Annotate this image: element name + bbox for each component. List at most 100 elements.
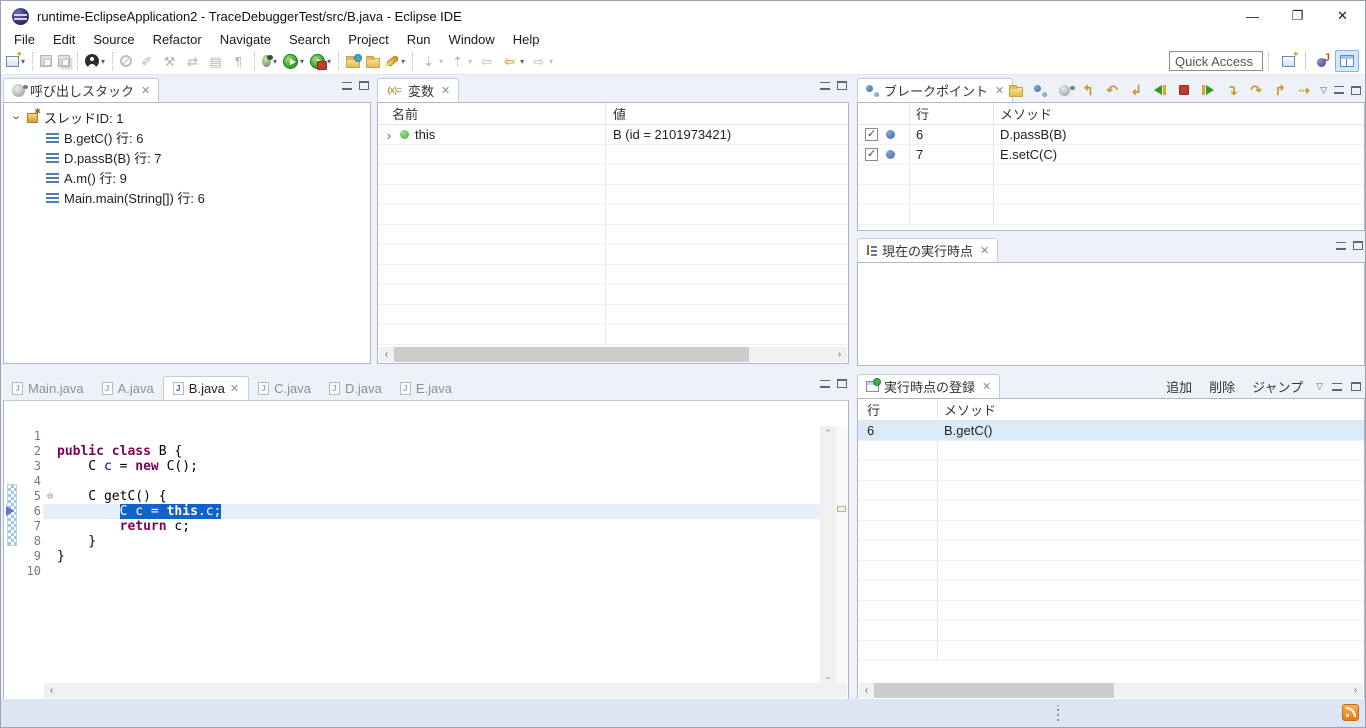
clean-button[interactable]: ✐	[135, 50, 158, 72]
menu-source[interactable]: Source	[84, 31, 143, 48]
scroll-thumb[interactable]	[874, 683, 1114, 698]
close-icon[interactable]: ✕	[230, 382, 239, 395]
column-header-value[interactable]: 値	[606, 103, 848, 124]
checkbox[interactable]	[865, 148, 878, 161]
close-icon[interactable]: ✕	[441, 84, 450, 97]
registration-hscrollbar[interactable]: ‹ ›	[859, 683, 1363, 698]
scroll-left-icon[interactable]: ‹	[379, 349, 394, 360]
search-button[interactable]: ▾	[383, 50, 408, 72]
delete-button[interactable]: 削除	[1205, 377, 1239, 396]
resume-button[interactable]	[1199, 81, 1217, 99]
variable-row[interactable]: ›thisB (id = 2101973421)	[378, 125, 848, 145]
maximize-icon[interactable]	[837, 81, 847, 90]
next-annotation-button[interactable]: ⇣▾	[417, 50, 446, 72]
fold-marker[interactable]: ⊖	[43, 489, 57, 504]
step-into-button[interactable]: ↴	[1223, 81, 1241, 99]
code-line[interactable]: 3 C c = new C();	[19, 459, 820, 474]
editor-tab-a.java[interactable]: JA.java	[93, 376, 163, 400]
code-line[interactable]: 1	[19, 429, 820, 444]
view-menu-icon[interactable]: ▽	[1316, 381, 1323, 392]
menu-window[interactable]: Window	[440, 31, 504, 48]
editor-vscrollbar[interactable]: ⌃ ⌄	[820, 426, 836, 683]
step-over-button[interactable]: ↷	[1247, 81, 1265, 99]
step-return-button[interactable]: ↱	[1271, 81, 1289, 99]
open-task-button[interactable]: ▤	[204, 50, 227, 72]
scroll-down-icon[interactable]: ⌄	[820, 669, 836, 683]
run-to-line-button[interactable]: ⇢	[1295, 81, 1313, 99]
scroll-thumb[interactable]	[394, 347, 749, 362]
code-line[interactable]: 9}	[19, 549, 820, 564]
registration-tab[interactable]: 実行時点の登録 ✕	[857, 374, 1000, 398]
menu-navigate[interactable]: Navigate	[211, 31, 280, 48]
menu-run[interactable]: Run	[398, 31, 440, 48]
column-header-method[interactable]: メソッド	[938, 399, 1364, 420]
minimize-icon[interactable]	[342, 82, 352, 90]
breakpoint-row[interactable]: 6D.passB(B)	[858, 125, 1364, 145]
breakpoint-ruler[interactable]	[5, 426, 19, 683]
minimize-icon[interactable]	[820, 380, 830, 388]
terminate-button[interactable]	[1175, 81, 1193, 99]
code-area[interactable]: 12public class B {3 C c = new C();45⊖ C …	[5, 426, 820, 683]
debug-button[interactable]: ▾	[259, 50, 280, 72]
dropdown-arrow-icon[interactable]: ▾	[549, 57, 553, 66]
stack-frame-row[interactable]: D.passB(B) 行: 7	[4, 147, 370, 167]
menu-file[interactable]: File	[5, 31, 44, 48]
code-line[interactable]: 2public class B {	[19, 444, 820, 459]
dropdown-arrow-icon[interactable]: ▾	[468, 57, 472, 66]
drag-handle-icon[interactable]	[1057, 705, 1059, 721]
registration-row[interactable]: 6B.getC()	[858, 421, 1364, 441]
previous-annotation-button[interactable]: ⇡▾	[446, 50, 475, 72]
stack-frame-row[interactable]: Main.main(String[]) 行: 6	[4, 187, 370, 207]
build-button[interactable]: ⚒	[158, 50, 181, 72]
quick-access-input[interactable]	[1169, 51, 1263, 71]
editor-tab-e.java[interactable]: JE.java	[391, 376, 461, 400]
maximize-icon[interactable]	[837, 379, 847, 388]
open-perspective-button[interactable]	[1276, 50, 1300, 72]
column-header-name[interactable]: 名前	[378, 103, 606, 124]
thread-row[interactable]: ›スレッドID: 1	[4, 107, 370, 127]
save-button[interactable]	[37, 50, 55, 72]
scroll-right-icon[interactable]: ›	[832, 349, 847, 360]
column-header-line[interactable]: 行	[910, 103, 994, 124]
code-line[interactable]: 10	[19, 564, 820, 579]
debug-bug-button[interactable]	[1055, 81, 1073, 99]
open-trace-button[interactable]	[1007, 81, 1025, 99]
expand-icon[interactable]: ›	[10, 112, 25, 122]
close-button[interactable]: ✕	[1320, 1, 1365, 31]
open-resource-button[interactable]	[343, 50, 363, 72]
link-with-editor-button[interactable]: ⇄	[181, 50, 204, 72]
show-whitespace-button[interactable]: ¶	[227, 50, 250, 72]
scroll-right-icon[interactable]: ›	[1348, 685, 1363, 696]
code-line[interactable]: 4	[19, 474, 820, 489]
close-icon[interactable]: ✕	[980, 244, 989, 257]
forward-button[interactable]: ⇨▾	[527, 50, 556, 72]
menu-search[interactable]: Search	[280, 31, 339, 48]
minimize-icon[interactable]	[820, 82, 830, 90]
minimize-icon[interactable]	[1336, 242, 1346, 250]
editor-tab-d.java[interactable]: JD.java	[320, 376, 391, 400]
code-line[interactable]: 5⊖ C getC() {	[19, 489, 820, 504]
dropdown-arrow-icon[interactable]: ▾	[101, 57, 105, 66]
open-type-button[interactable]	[363, 50, 383, 72]
editor-hscrollbar[interactable]: ‹	[44, 683, 847, 698]
column-header-line[interactable]: 行	[858, 399, 938, 420]
minimize-icon[interactable]	[1332, 383, 1342, 391]
dropdown-arrow-icon[interactable]: ▾	[520, 57, 524, 66]
user-account-button[interactable]: ▾	[82, 50, 108, 72]
editor-tab-b.java[interactable]: JB.java✕	[163, 376, 249, 400]
menu-edit[interactable]: Edit	[44, 31, 84, 48]
code-line[interactable]: 7 return c;	[19, 519, 820, 534]
dropdown-arrow-icon[interactable]: ▾	[300, 57, 304, 66]
add-button[interactable]: 追加	[1162, 377, 1196, 396]
dropdown-arrow-icon[interactable]: ▾	[327, 57, 331, 66]
call-stack-tab[interactable]: 呼び出しスタック ✕	[3, 78, 159, 102]
maximize-icon[interactable]	[359, 81, 369, 90]
new-wizard-button[interactable]: ▾	[3, 50, 28, 72]
code-line[interactable]: 6 C c = this.c;	[19, 504, 820, 519]
variables-tab[interactable]: (x)= 変数 ✕	[377, 78, 459, 102]
column-header-method[interactable]: メソッド	[994, 103, 1364, 124]
variables-hscrollbar[interactable]: ‹ ›	[379, 347, 847, 362]
last-edit-location-button[interactable]: ⇦	[475, 50, 498, 72]
menu-project[interactable]: Project	[339, 31, 397, 48]
checkbox[interactable]	[865, 128, 878, 141]
